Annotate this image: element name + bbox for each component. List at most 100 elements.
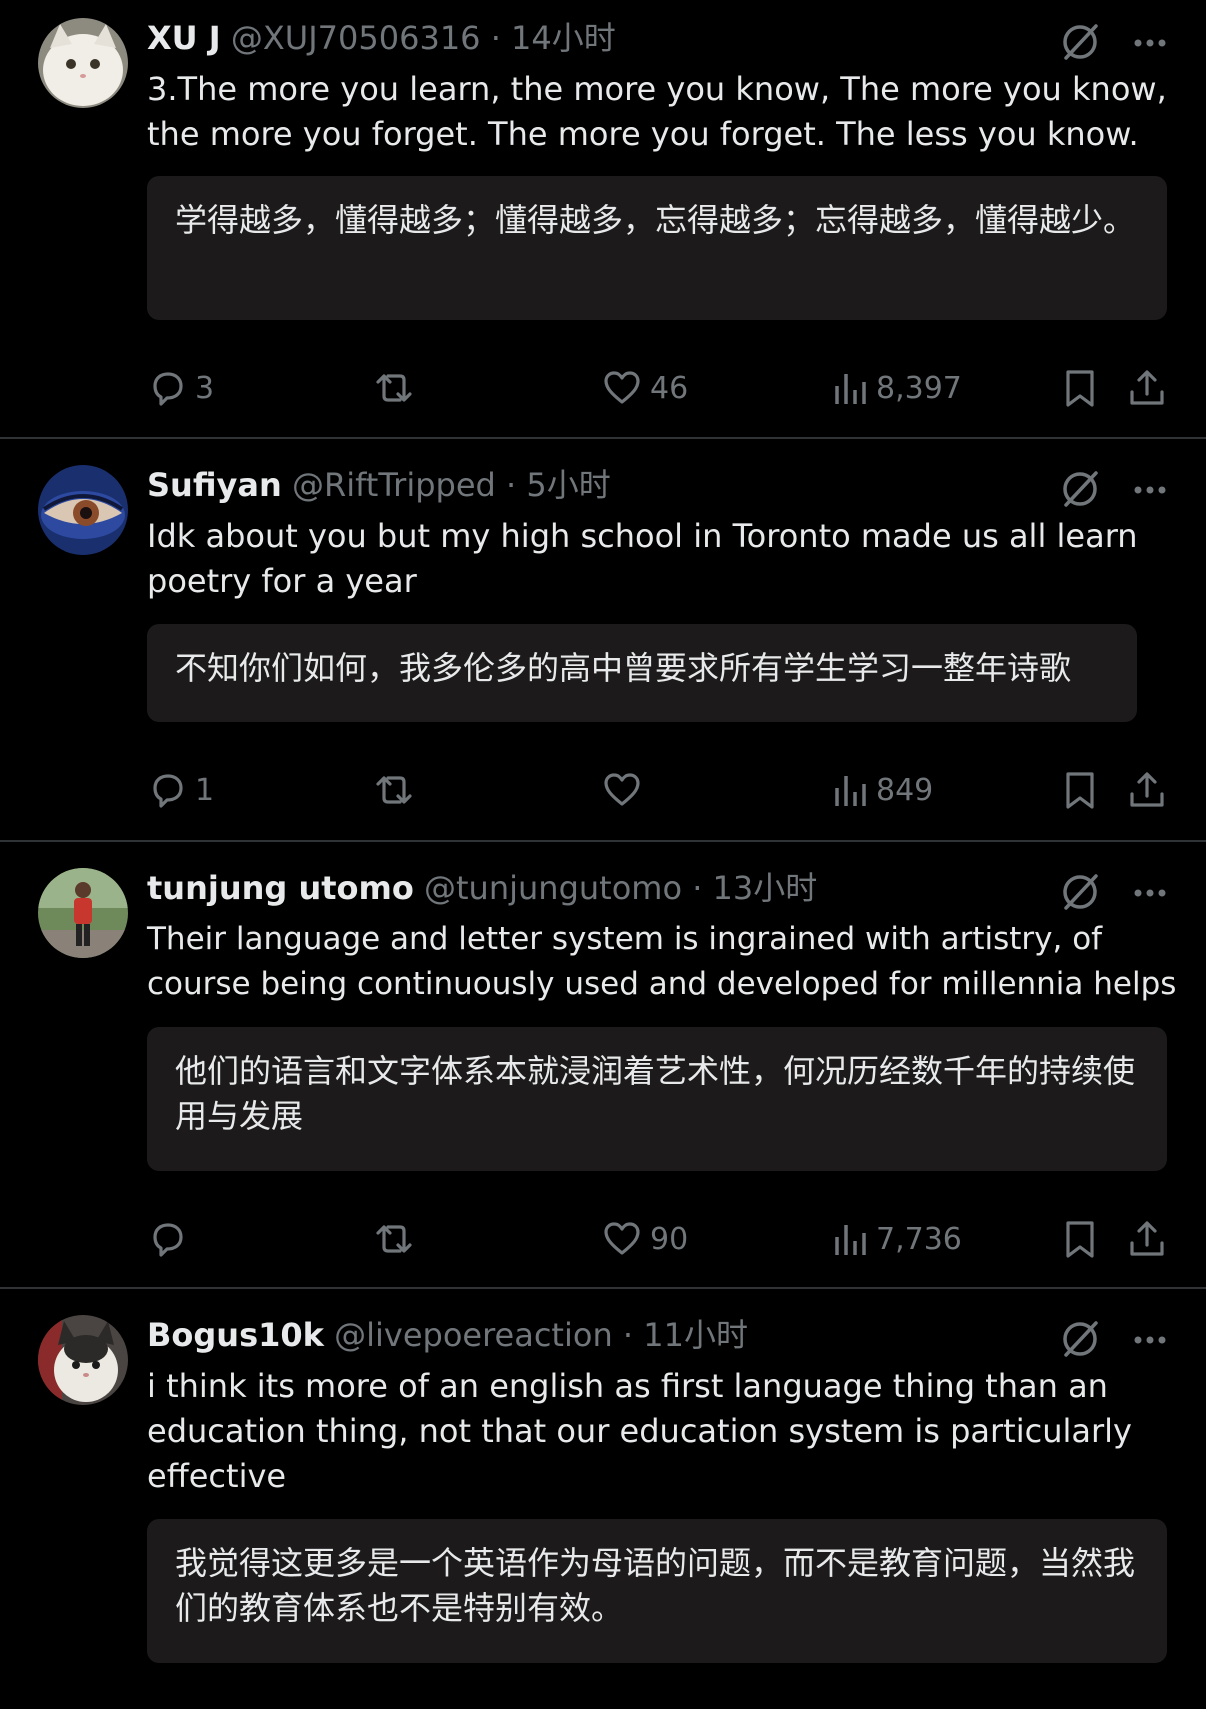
action-bar: 3 46 8,397 <box>147 366 1167 410</box>
reply-icon <box>153 1223 183 1257</box>
tweet[interactable]: tunjung utomo @tunjungutomo · 13小时 Their… <box>0 843 1206 1286</box>
bookmark-icon <box>1066 370 1094 407</box>
action-bar: 90 7,736 <box>147 1217 1167 1261</box>
tweet-header: XU J @XUJ70506316 · 14小时 <box>147 18 616 58</box>
more-icon[interactable] <box>1132 34 1168 53</box>
translation-box: 我觉得这更多是一个英语作为母语的问题，而不是教育问题，当然我们的教育体系也不是特… <box>147 1519 1167 1663</box>
tweet-text: i think its more of an english as first … <box>147 1367 1132 1495</box>
author-name[interactable]: XU J <box>147 19 221 57</box>
avatar[interactable] <box>38 18 128 108</box>
separator: · <box>490 19 501 57</box>
avatar[interactable] <box>38 465 128 555</box>
separator: · <box>692 869 703 907</box>
author-name[interactable]: Sufiyan <box>147 466 282 504</box>
retweet-button[interactable] <box>372 768 424 812</box>
share-button[interactable] <box>1127 1217 1167 1261</box>
tweet-text: 3.The more you learn, the more you know,… <box>147 70 1167 153</box>
timestamp[interactable]: 14小时 <box>511 19 616 57</box>
tweet-top-icons <box>1058 467 1168 511</box>
heart-icon <box>604 371 640 404</box>
timestamp[interactable]: 5小时 <box>526 466 610 504</box>
like-button[interactable]: 46 <box>602 366 688 410</box>
author-handle[interactable]: @livepoereaction <box>334 1316 613 1354</box>
reply-button[interactable]: 1 <box>147 768 214 812</box>
bookmark-icon <box>1066 772 1094 809</box>
translation-text: 他们的语言和文字体系本就浸润着艺术性，何况历经数千年的持续使用与发展 <box>175 1052 1136 1135</box>
bookmark-button[interactable] <box>1062 1217 1098 1261</box>
tweet-text: Idk about you but my high school in Toro… <box>147 517 1138 600</box>
views-icon <box>835 374 866 404</box>
avatar[interactable] <box>38 868 128 958</box>
translate-icon[interactable] <box>1058 870 1102 918</box>
translation-text: 学得越多，懂得越多；懂得越多，忘得越多；忘得越多，懂得越少。 <box>175 201 1136 239</box>
tweet-header: Sufiyan @RiftTripped · 5小时 <box>147 465 611 505</box>
translate-icon[interactable] <box>1058 1317 1102 1365</box>
translation-box: 他们的语言和文字体系本就浸润着艺术性，何况历经数千年的持续使用与发展 <box>147 1027 1167 1171</box>
more-icon[interactable] <box>1132 1331 1168 1350</box>
timestamp[interactable]: 13小时 <box>713 869 818 907</box>
like-count: 46 <box>650 370 689 406</box>
like-button[interactable] <box>602 768 650 812</box>
separator: · <box>622 1316 634 1354</box>
share-icon <box>1130 370 1164 405</box>
avatar[interactable] <box>38 1315 128 1405</box>
reply-icon <box>153 372 183 406</box>
retweet-icon <box>376 374 412 402</box>
bookmark-icon <box>1066 1221 1094 1258</box>
translation-text: 我觉得这更多是一个英语作为母语的问题，而不是教育问题，当然我们的教育体系也不是特… <box>175 1544 1136 1627</box>
reply-icon <box>153 774 183 808</box>
views-count: 8,397 <box>876 370 962 406</box>
timestamp[interactable]: 11小时 <box>643 1316 748 1354</box>
tweet[interactable]: XU J @XUJ70506316 · 14小时 3.The more you … <box>0 0 1206 438</box>
translate-icon[interactable] <box>1058 20 1102 68</box>
heart-icon <box>604 773 640 806</box>
retweet-button[interactable] <box>372 1217 424 1261</box>
author-handle[interactable]: @RiftTripped <box>292 466 496 504</box>
tweet-header: Bogus10k @livepoereaction · 11小时 <box>147 1315 748 1355</box>
like-count: 90 <box>650 1221 689 1257</box>
separator: · <box>506 466 517 504</box>
action-bar: 1 849 <box>147 768 1167 812</box>
translate-icon[interactable] <box>1058 467 1102 515</box>
tweet-header: tunjung utomo @tunjungutomo · 13小时 <box>147 868 817 908</box>
bookmark-button[interactable] <box>1062 366 1098 410</box>
tweet-top-icons <box>1058 870 1168 914</box>
share-icon <box>1130 1221 1164 1256</box>
divider <box>0 437 1206 439</box>
divider <box>0 1287 1206 1289</box>
tweet-top-icons <box>1058 1317 1168 1361</box>
more-icon[interactable] <box>1132 481 1168 500</box>
tweet[interactable]: Bogus10k @livepoereaction · 11小时 i think… <box>0 1290 1206 1709</box>
retweet-button[interactable] <box>372 366 424 410</box>
retweet-icon <box>376 1225 412 1253</box>
share-button[interactable] <box>1127 366 1167 410</box>
views-icon <box>835 1225 866 1255</box>
like-button[interactable]: 90 <box>602 1217 688 1261</box>
reply-count: 3 <box>195 370 215 406</box>
tweet-text: Their language and letter system is ingr… <box>147 921 1177 1002</box>
author-handle[interactable]: @XUJ70506316 <box>231 19 481 57</box>
author-handle[interactable]: @tunjungutomo <box>424 869 682 907</box>
retweet-icon <box>376 776 412 804</box>
views-count: 849 <box>876 772 934 808</box>
views-button[interactable]: 849 <box>832 768 933 812</box>
heart-icon <box>604 1222 640 1255</box>
views-count: 7,736 <box>876 1221 962 1257</box>
reply-button[interactable]: 3 <box>147 366 214 410</box>
translation-box: 学得越多，懂得越多；懂得越多，忘得越多；忘得越多，懂得越少。 <box>147 176 1167 320</box>
translation-text: 不知你们如何，我多伦多的高中曾要求所有学生学习一整年诗歌 <box>175 649 1072 687</box>
views-button[interactable]: 7,736 <box>832 1217 962 1261</box>
reply-count: 1 <box>195 772 215 808</box>
views-button[interactable]: 8,397 <box>832 366 962 410</box>
share-icon <box>1130 772 1164 807</box>
translation-box: 不知你们如何，我多伦多的高中曾要求所有学生学习一整年诗歌 <box>147 624 1137 722</box>
bookmark-button[interactable] <box>1062 768 1098 812</box>
author-name[interactable]: Bogus10k <box>147 1316 324 1354</box>
share-button[interactable] <box>1127 768 1167 812</box>
reply-button[interactable] <box>147 1217 195 1261</box>
tweet[interactable]: Sufiyan @RiftTripped · 5小时 Idk about you… <box>0 440 1206 840</box>
author-name[interactable]: tunjung utomo <box>147 869 414 907</box>
more-icon[interactable] <box>1132 884 1168 903</box>
tweet-top-icons <box>1058 20 1168 64</box>
views-icon <box>835 776 866 806</box>
